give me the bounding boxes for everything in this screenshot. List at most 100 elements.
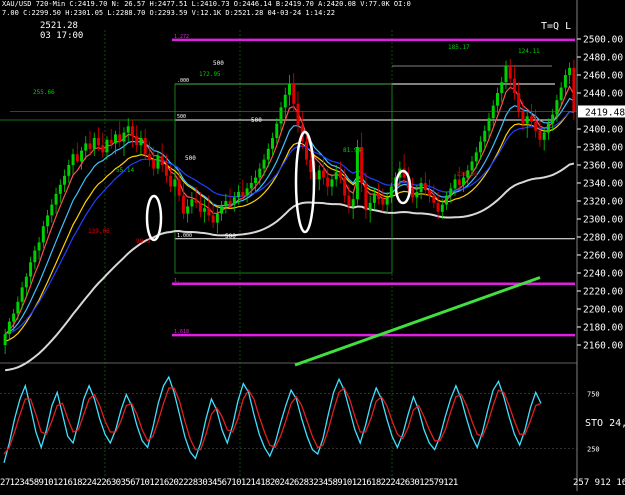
candle-body <box>487 118 491 131</box>
y-tick-label: 2500.00 <box>583 35 623 46</box>
candle-body <box>101 145 105 153</box>
candle-body <box>572 67 576 111</box>
candle-body <box>317 170 321 180</box>
candle-body <box>211 215 215 223</box>
y-tick-label: 2360.00 <box>583 161 623 172</box>
candle-body <box>283 94 287 108</box>
candle-body <box>254 177 258 183</box>
fib-label-4: 500 <box>177 114 186 120</box>
candle-body <box>462 177 466 185</box>
candle-body <box>470 161 474 171</box>
candle-body <box>521 111 525 124</box>
candle-body <box>46 215 50 227</box>
candle-body <box>534 121 538 131</box>
candle-body <box>381 199 385 205</box>
candle-body <box>542 132 546 140</box>
y-tick-label: 2180.00 <box>583 323 623 334</box>
candle-body <box>71 154 75 165</box>
candle-body <box>529 116 533 122</box>
candle-body <box>109 139 113 144</box>
candle-body <box>266 148 270 160</box>
candle-body <box>508 66 512 79</box>
candle-body <box>559 87 563 101</box>
candle-body <box>130 126 134 137</box>
candle-body <box>207 208 211 216</box>
candle-body <box>245 188 249 196</box>
candle-body <box>16 301 20 314</box>
annotation-label: 500 <box>225 233 236 240</box>
fib-label-0: 1.272 <box>174 34 189 40</box>
candle-body <box>453 179 457 189</box>
candle-body <box>445 195 449 205</box>
candle-body <box>504 66 508 83</box>
candle-body <box>54 193 58 205</box>
candle-body <box>415 192 419 198</box>
candle-body <box>568 67 572 75</box>
candle-body <box>309 159 313 173</box>
candle-body <box>139 138 143 146</box>
candle-body <box>164 165 168 176</box>
candle-body <box>20 287 24 302</box>
candle-body <box>228 201 232 205</box>
candle-body <box>50 204 54 216</box>
candle-body <box>551 114 555 124</box>
candle-body <box>495 93 499 106</box>
candle-body <box>449 188 453 196</box>
fib-label-1: 1.618 <box>174 329 189 335</box>
candle-body <box>474 152 478 162</box>
candle-body <box>29 262 33 277</box>
candle-body <box>181 195 185 214</box>
candle-body <box>389 186 393 198</box>
candle-body <box>538 130 542 140</box>
annotation-label: 500 <box>251 117 262 124</box>
candle-body <box>423 183 427 191</box>
candle-body <box>296 103 300 126</box>
candle-body <box>97 138 100 146</box>
annotation-label: 500 <box>185 155 196 162</box>
annotation-label: 500 <box>213 60 224 67</box>
annotation-label: 99.3 <box>136 238 151 245</box>
candle-body <box>147 154 151 160</box>
candle-body <box>411 188 415 198</box>
tq-label: T=Q L <box>541 21 572 32</box>
candle-body <box>563 75 567 88</box>
candle-body <box>198 202 202 212</box>
candle-body <box>419 183 423 192</box>
candle-body <box>105 139 109 153</box>
candle-body <box>224 201 228 207</box>
crosshair-price: 2521.28 <box>40 21 78 31</box>
candle-body <box>377 193 381 200</box>
candle-body <box>177 179 181 196</box>
candle-body <box>194 199 198 203</box>
x-axis-ticks: 2712345891012161822422630356710121620222… <box>0 478 458 488</box>
candle-body <box>432 195 436 203</box>
sto-label: STO 24, <box>585 418 625 429</box>
candle-body <box>186 206 190 214</box>
candle-body <box>203 208 207 212</box>
candle-body <box>440 204 444 212</box>
annotation-label: 81.94 <box>343 147 361 154</box>
annotation-label: 124.11 <box>518 48 540 55</box>
candle-body <box>135 136 139 146</box>
candle-body <box>152 159 156 169</box>
candle-body <box>483 130 487 142</box>
candle-body <box>364 183 368 210</box>
quote-header-line-2: 7.00 C:2299.50 H:2301.05 L:2288.70 O:229… <box>2 9 335 17</box>
candle-body <box>75 154 79 162</box>
candle-body <box>126 126 130 133</box>
candle-body <box>500 82 504 93</box>
candle-body <box>338 172 342 178</box>
candle-body <box>355 147 359 200</box>
y-tick-label: 2320.00 <box>583 197 623 208</box>
y-tick-label: 2220.00 <box>583 287 623 298</box>
candle-body <box>241 192 245 196</box>
candle-body <box>63 175 67 185</box>
candle-body <box>512 78 516 93</box>
y-tick-label: 2340.00 <box>583 179 623 190</box>
annotation-label: 185.17 <box>448 44 470 51</box>
annotation-label: 139.06 <box>88 228 110 235</box>
annotation-label: 255.66 <box>33 89 55 96</box>
candle-body <box>88 143 92 149</box>
crosshair-time: 03 17:00 <box>40 31 84 41</box>
candle-body <box>555 100 559 115</box>
